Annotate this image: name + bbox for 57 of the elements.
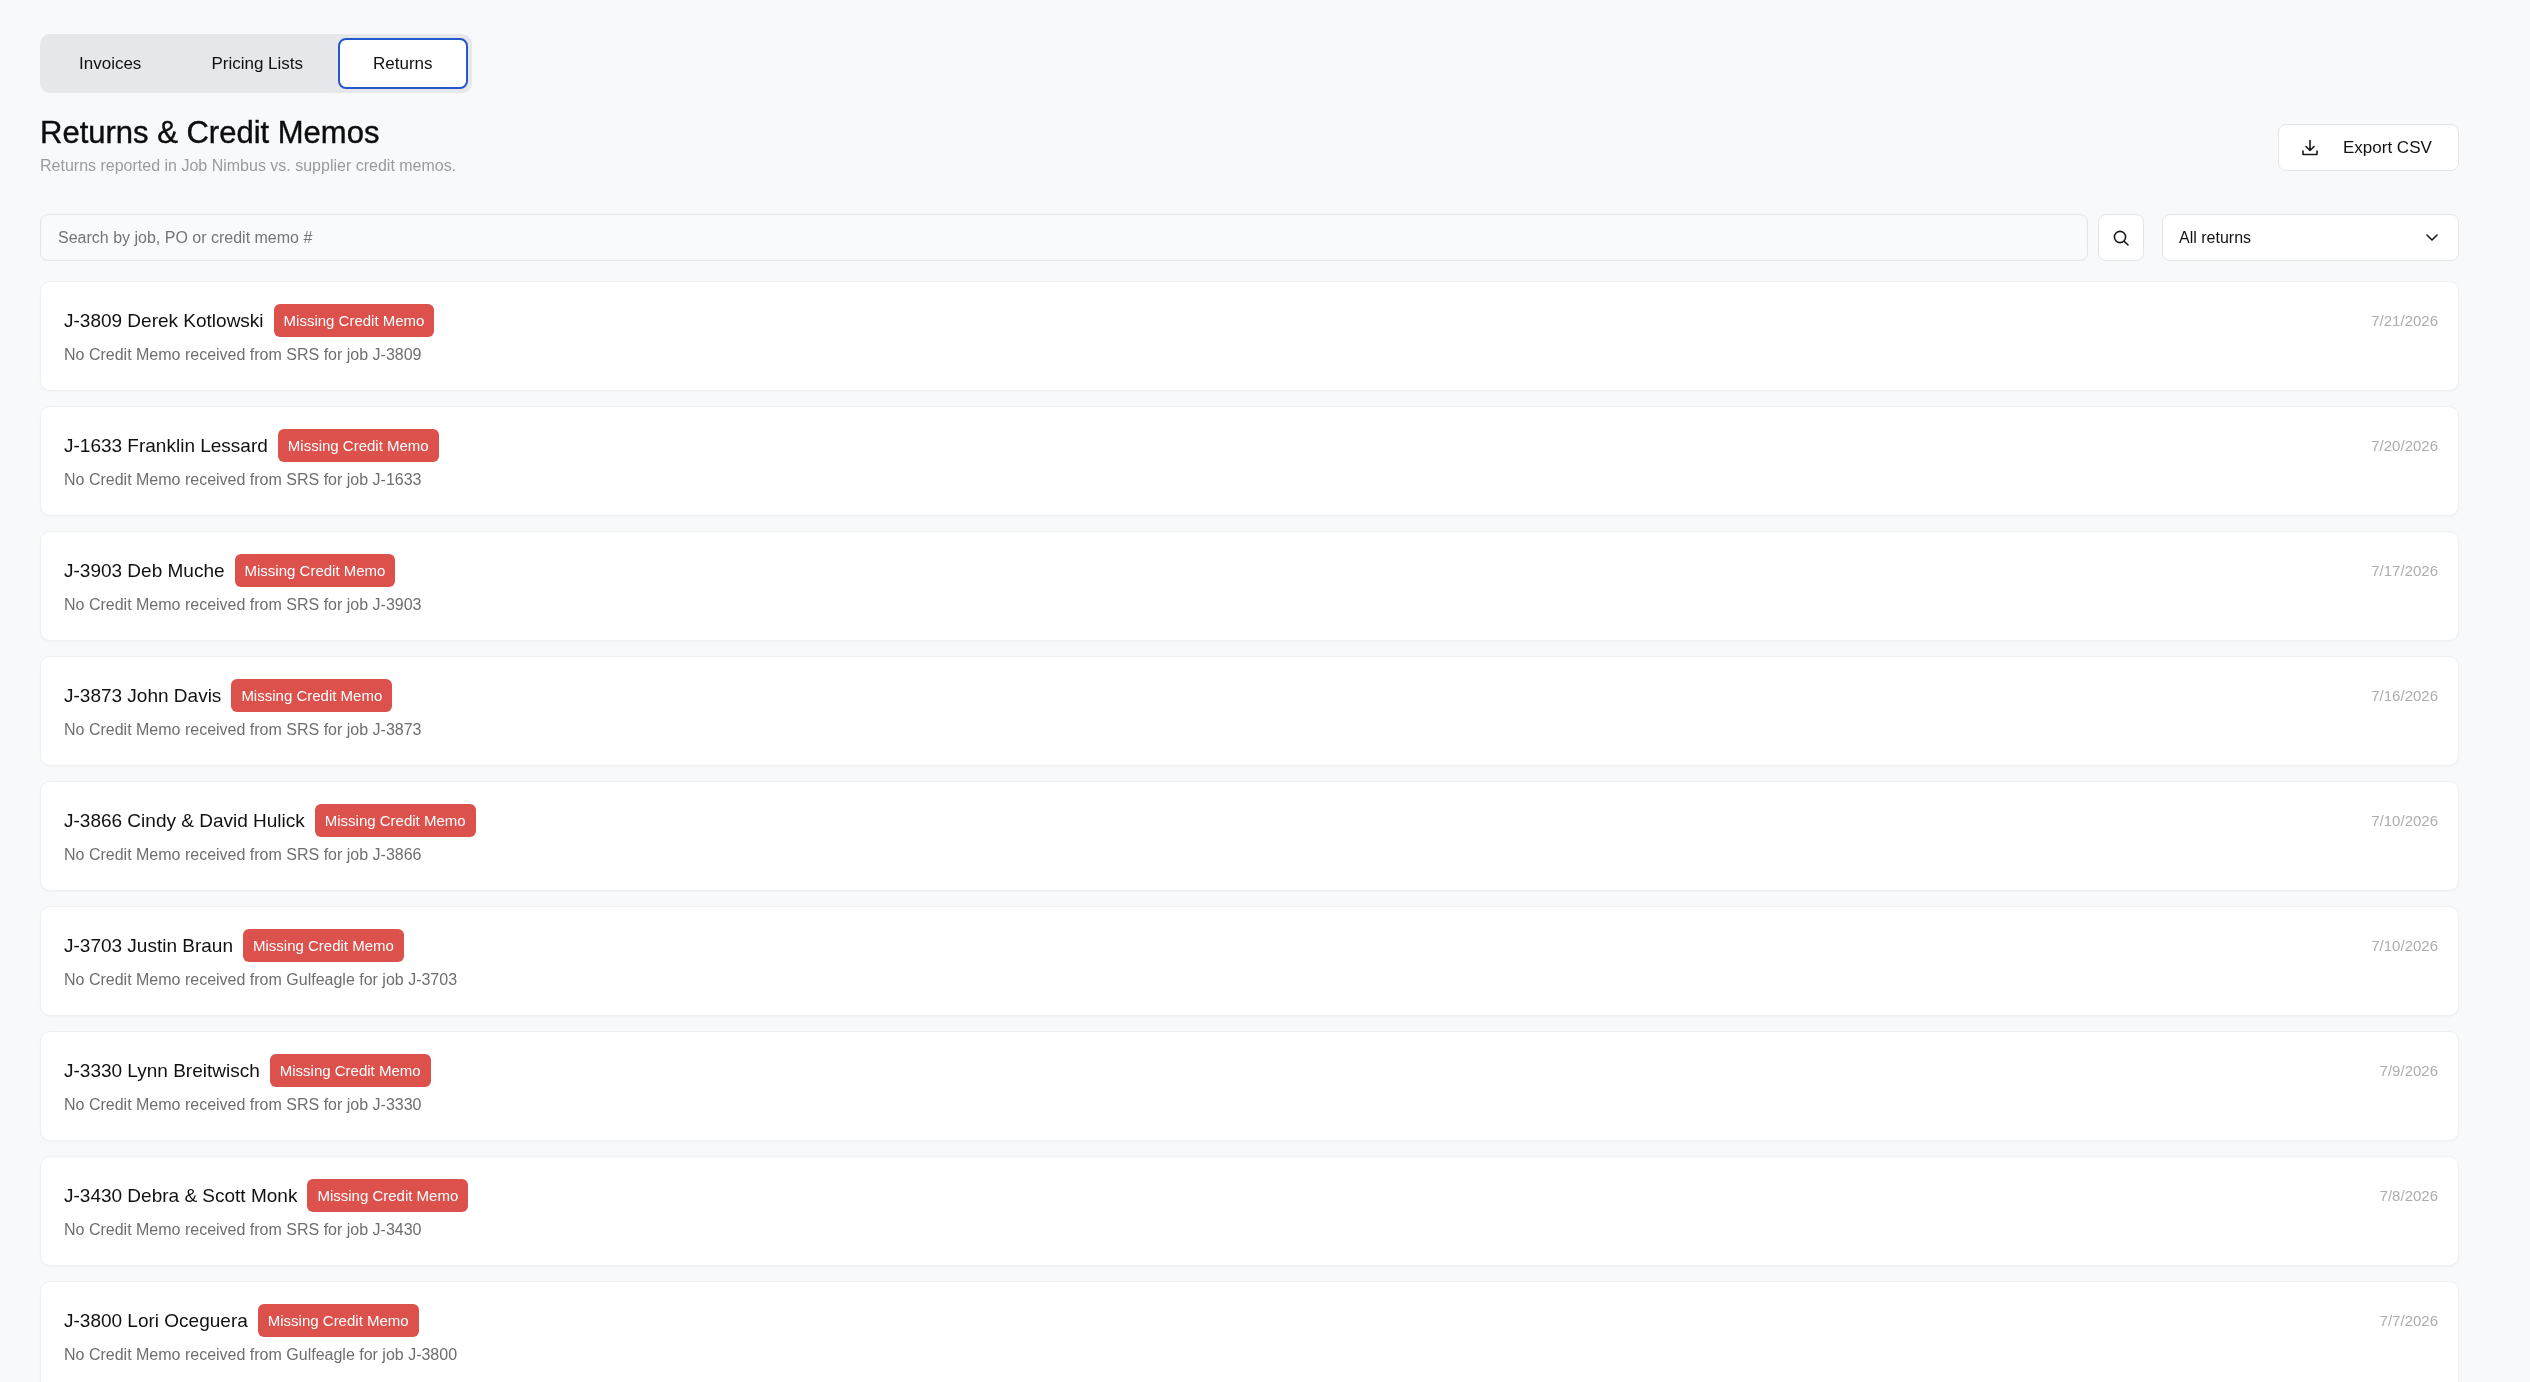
return-date: 7/20/2026 [2371, 437, 2438, 454]
return-title: J-3903 Deb Muche [64, 559, 225, 582]
status-badge: Missing Credit Memo [234, 554, 396, 587]
return-date: 7/10/2026 [2371, 812, 2438, 829]
tab[interactable]: Returns [338, 38, 468, 89]
return-card[interactable]: J-3330 Lynn Breitwisch Missing Credit Memo 7/9/2026 No Credit Memo received from SRS for job J-3330 [40, 1031, 2459, 1141]
return-card[interactable]: J-3903 Deb Muche Missing Credit Memo 7/17/2026 No Credit Memo received from SRS for job J-3903 [40, 531, 2459, 641]
page-title: Returns & Credit Memos [40, 114, 381, 152]
chevron-down-icon [2426, 234, 2438, 241]
return-card[interactable]: J-3800 Lori Oceguera Missing Credit Memo 7/7/2026 No Credit Memo received from Gulfeagle for job J-3800 [40, 1281, 2459, 1382]
return-card[interactable]: J-3809 Derek Kotlowski Missing Credit Memo 7/21/2026 No Credit Memo received from SRS for job J-3809 [40, 281, 2459, 391]
return-title: J-1633 Franklin Lessard [64, 434, 268, 457]
return-title: J-3873 John Davis [64, 684, 222, 707]
return-date: 7/16/2026 [2371, 687, 2438, 704]
status-badge: Missing Credit Memo [314, 804, 476, 837]
return-title: J-3800 Lori Oceguera [64, 1309, 248, 1332]
status-badge: Missing Credit Memo [269, 1054, 431, 1087]
return-description: No Credit Memo received from SRS for job J-3330 [64, 1095, 423, 1115]
status-badge: Missing Credit Memo [257, 1304, 419, 1337]
return-description: No Credit Memo received from SRS for job J-3809 [64, 345, 423, 365]
return-title: J-3703 Justin Braun [64, 934, 233, 957]
return-card[interactable]: J-1633 Franklin Lessard Missing Credit Memo 7/20/2026 No Credit Memo received from SRS for job J-1633 [40, 406, 2459, 516]
tab[interactable]: Invoices [44, 38, 177, 89]
search-field[interactable]: Search by job, PO or credit memo # [40, 214, 2088, 261]
return-date: 7/21/2026 [2371, 312, 2438, 329]
return-description: No Credit Memo received from SRS for job J-3873 [64, 720, 423, 740]
return-title: J-3430 Debra & Scott Monk [64, 1184, 298, 1207]
export-button[interactable]: Export CSV [2278, 124, 2459, 171]
tab[interactable]: Pricing Lists [176, 38, 338, 89]
status-badge: Missing Credit Memo [243, 929, 404, 962]
return-card[interactable]: J-3873 John Davis Missing Credit Memo 7/16/2026 No Credit Memo received from SRS for job J-3873 [40, 656, 2459, 766]
return-title: J-3809 Derek Kotlowski [64, 309, 264, 332]
return-card[interactable]: J-3866 Cindy & David Hulick Missing Credit Memo 7/10/2026 No Credit Memo received from SRS for job J-3866 [40, 781, 2459, 891]
search-button[interactable] [2098, 214, 2144, 261]
return-description: No Credit Memo received from SRS for job J-3866 [64, 845, 423, 865]
status-badge: Missing Credit Memo [273, 304, 435, 337]
status-badge: Missing Credit Memo [277, 429, 439, 462]
return-date: 7/10/2026 [2371, 937, 2438, 954]
return-title: J-3866 Cindy & David Hulick [64, 809, 305, 832]
page-subtitle: Returns reported in Job Nimbus vs. supplier credit memos. [40, 156, 457, 176]
filter-dropdown[interactable]: All returns [2162, 214, 2459, 261]
return-date: 7/17/2026 [2371, 562, 2438, 579]
status-badge: Missing Credit Memo [307, 1179, 469, 1212]
return-description: No Credit Memo received from SRS for job J-3430 [64, 1220, 423, 1240]
return-card[interactable]: J-3703 Justin Braun Missing Credit Memo 7/10/2026 No Credit Memo received from Gulfeagle for job J-3703 [40, 906, 2459, 1016]
return-description: No Credit Memo received from SRS for job J-3903 [64, 595, 423, 615]
status-badge: Missing Credit Memo [231, 679, 393, 712]
return-description: No Credit Memo received from Gulfeagle for job J-3800 [64, 1345, 459, 1365]
return-description: No Credit Memo received from SRS for job J-1633 [64, 470, 423, 490]
download-icon [2301, 138, 2319, 157]
return-title: J-3330 Lynn Breitwisch [64, 1059, 260, 1082]
search-icon [2113, 229, 2129, 246]
return-date: 7/7/2026 [2379, 1312, 2438, 1329]
return-description: No Credit Memo received from Gulfeagle for job J-3703 [64, 970, 459, 990]
return-date: 7/9/2026 [2379, 1062, 2438, 1079]
return-card[interactable]: J-3430 Debra & Scott Monk Missing Credit Memo 7/8/2026 No Credit Memo received from SRS for job J-3430 [40, 1156, 2459, 1266]
return-date: 7/8/2026 [2379, 1187, 2438, 1204]
